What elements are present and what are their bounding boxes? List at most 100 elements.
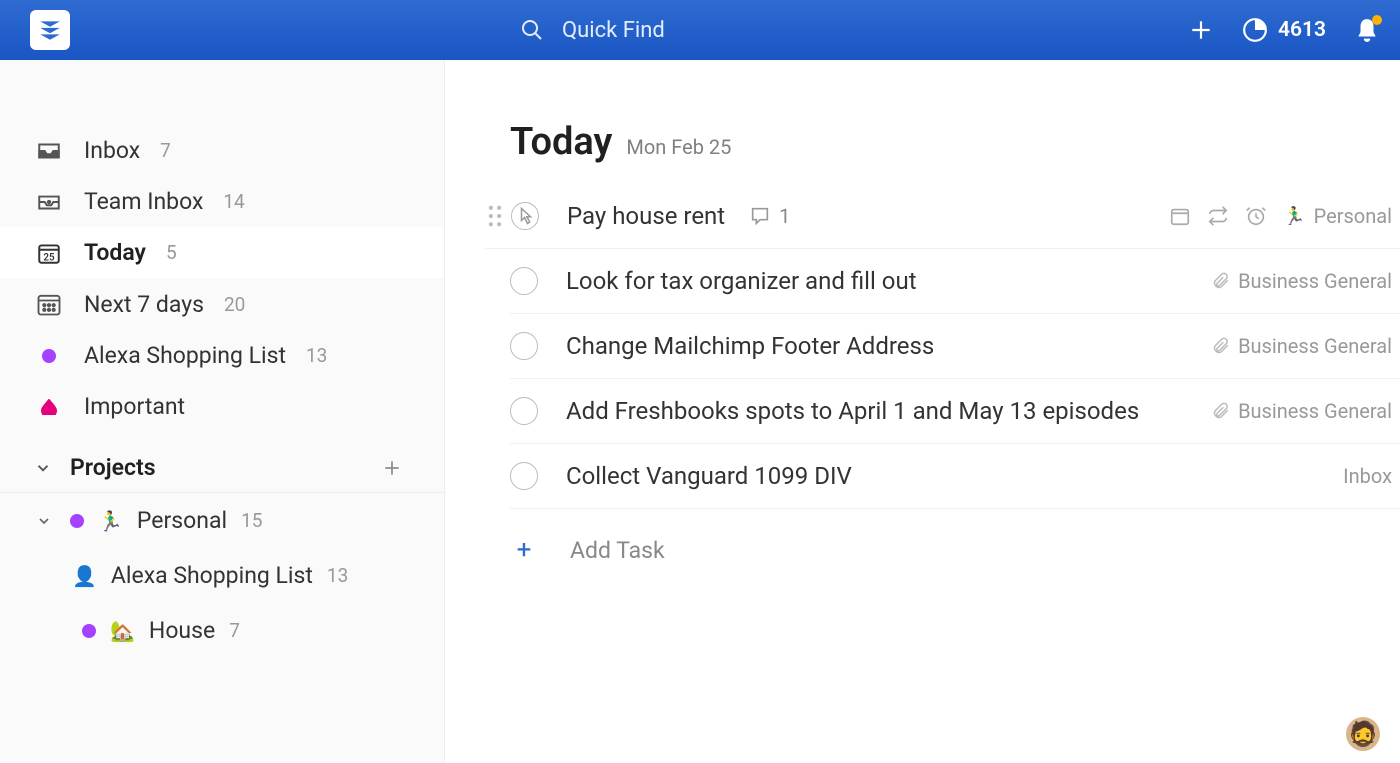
inbox-icon — [34, 138, 64, 164]
task-title: Collect Vanguard 1099 DIV — [566, 462, 852, 490]
todoist-logo-icon — [37, 17, 63, 43]
projects-header[interactable]: Projects — [0, 432, 444, 492]
attachment-icon — [1212, 272, 1230, 290]
project-emoji: 🏃‍♂️ — [1283, 206, 1305, 227]
attachment-icon — [1212, 402, 1230, 420]
search-placeholder: Quick Find — [562, 18, 665, 43]
sidebar-item-filter-important[interactable]: Important — [0, 381, 444, 432]
project-count: 15 — [241, 509, 262, 532]
task-title: Pay house rent — [567, 202, 725, 230]
attachment-icon — [1212, 337, 1230, 355]
sidebar-item-today[interactable]: 25 Today 5 — [0, 227, 444, 278]
person-icon: 👤 — [72, 564, 97, 588]
project-count: 7 — [229, 619, 240, 642]
task-project[interactable]: Business General — [1212, 334, 1392, 358]
dot-icon — [34, 349, 64, 363]
add-task-label: Add Task — [570, 537, 665, 564]
view-header: Today Mon Feb 25 — [445, 120, 1400, 184]
comment-count: 1 — [779, 204, 790, 228]
project-label: Personal — [137, 507, 227, 534]
task-row[interactable]: Collect Vanguard 1099 DIV Inbox — [510, 444, 1400, 509]
sidebar: Inbox 7 Team Inbox 14 25 Today 5 Next 7 … — [0, 60, 445, 763]
sidebar-count: 7 — [160, 139, 171, 162]
repeat-icon[interactable] — [1207, 205, 1229, 227]
task-checkbox[interactable] — [510, 332, 538, 360]
project-name: Inbox — [1343, 464, 1392, 488]
task-comments[interactable]: 1 — [749, 204, 790, 228]
plus-icon: + — [510, 535, 538, 565]
task-project[interactable]: 🏃‍♂️ Personal — [1283, 204, 1392, 228]
notifications-button[interactable] — [1354, 17, 1380, 43]
cursor-icon — [517, 207, 535, 225]
search-icon — [520, 18, 544, 42]
svg-text:25: 25 — [43, 252, 55, 263]
reminder-icon[interactable] — [1245, 205, 1267, 227]
sidebar-item-filter-alexa[interactable]: Alexa Shopping List 13 — [0, 330, 444, 381]
task-checkbox[interactable] — [510, 462, 538, 490]
task-project[interactable]: Business General — [1212, 269, 1392, 293]
app-logo[interactable] — [30, 10, 70, 50]
sidebar-count: 20 — [224, 293, 245, 316]
sidebar-label: Important — [84, 393, 185, 420]
task-checkbox[interactable] — [510, 397, 538, 425]
sidebar-label: Today — [84, 239, 146, 266]
task-row[interactable]: Pay house rent 1 🏃‍♂️ Personal — [485, 184, 1400, 249]
search-input[interactable]: Quick Find — [520, 18, 665, 43]
sidebar-count: 14 — [223, 190, 244, 213]
project-emoji: 🏡 — [110, 619, 135, 643]
drag-handle-icon[interactable] — [485, 205, 505, 227]
chevron-down-icon[interactable] — [36, 513, 56, 529]
task-actions: 🏃‍♂️ Personal — [1169, 204, 1400, 228]
page-date: Mon Feb 25 — [626, 135, 731, 159]
schedule-icon[interactable] — [1169, 205, 1191, 227]
sidebar-label: Team Inbox — [84, 188, 203, 215]
project-item-alexa[interactable]: 👤 Alexa Shopping List 13 — [0, 548, 444, 603]
calendar-week-icon — [34, 290, 64, 318]
comment-icon — [749, 205, 771, 227]
karma-icon — [1242, 17, 1268, 43]
project-emoji: 🏃‍♂️ — [98, 509, 123, 533]
main-content: Today Mon Feb 25 Pay house rent 1 🏃‍♂️ — [445, 60, 1400, 763]
dot-icon — [82, 624, 96, 638]
project-name: Personal — [1314, 204, 1392, 228]
task-row[interactable]: Change Mailchimp Footer Address Business… — [510, 314, 1400, 379]
task-title: Look for tax organizer and fill out — [566, 267, 917, 295]
sidebar-item-next7[interactable]: Next 7 days 20 — [0, 278, 444, 330]
calendar-today-icon: 25 — [34, 240, 64, 266]
task-checkbox[interactable] — [510, 267, 538, 295]
add-project-button[interactable] — [382, 458, 402, 478]
notification-dot — [1372, 15, 1382, 25]
project-name: Business General — [1238, 269, 1392, 293]
project-count: 13 — [327, 564, 348, 587]
task-project[interactable]: Business General — [1212, 399, 1392, 423]
project-name: Business General — [1238, 399, 1392, 423]
avatar-face: 🧔 — [1348, 720, 1378, 748]
add-task-button[interactable]: + Add Task — [445, 509, 1400, 565]
karma-button[interactable]: 4613 — [1242, 17, 1326, 43]
task-row[interactable]: Add Freshbooks spots to April 1 and May … — [510, 379, 1400, 444]
dot-icon — [70, 514, 84, 528]
top-bar-actions: 4613 — [1188, 17, 1380, 43]
task-project[interactable]: Inbox — [1343, 464, 1392, 488]
sidebar-item-team-inbox[interactable]: Team Inbox 14 — [0, 176, 444, 227]
task-title: Add Freshbooks spots to April 1 and May … — [566, 397, 1139, 425]
task-checkbox[interactable] — [511, 202, 539, 230]
project-name: Business General — [1238, 334, 1392, 358]
user-avatar[interactable]: 🧔 — [1346, 717, 1380, 751]
project-item-house[interactable]: 🏡 House 7 — [0, 603, 444, 658]
team-inbox-icon — [34, 189, 64, 215]
project-item-personal[interactable]: 🏃‍♂️ Personal 15 — [0, 493, 444, 548]
quick-add-button[interactable] — [1188, 17, 1214, 43]
sidebar-label: Alexa Shopping List — [84, 342, 286, 369]
page-title: Today — [510, 120, 612, 164]
karma-points: 4613 — [1278, 18, 1326, 42]
project-label: Alexa Shopping List — [111, 562, 313, 589]
project-label: House — [149, 617, 215, 644]
projects-label: Projects — [70, 454, 156, 481]
sidebar-count: 13 — [306, 344, 327, 367]
sidebar-item-inbox[interactable]: Inbox 7 — [0, 125, 444, 176]
task-row[interactable]: Look for tax organizer and fill out Busi… — [510, 249, 1400, 314]
task-title: Change Mailchimp Footer Address — [566, 332, 934, 360]
sidebar-label: Next 7 days — [84, 291, 204, 318]
sidebar-label: Inbox — [84, 137, 140, 164]
